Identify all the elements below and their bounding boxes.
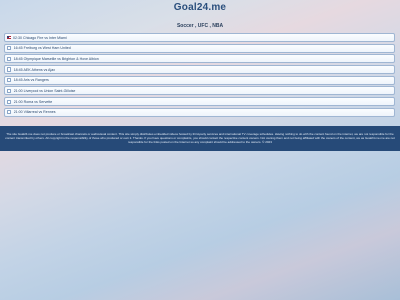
match-label: 18:45 AEK Athens vs Ajax — [13, 67, 56, 72]
us-flag-icon — [7, 36, 11, 39]
match-row[interactable]: 02:30 Chicago Fire vs Inter Miami — [4, 33, 395, 42]
match-label: 18:45 Aris vs Rangers — [13, 78, 49, 83]
match-row[interactable]: 18:45 Aris vs Rangers — [4, 75, 395, 85]
match-label: 21:00 Villarreal vs Rennes — [13, 110, 56, 115]
match-row[interactable]: 21:00 Villarreal vs Rennes — [4, 107, 395, 117]
sport-icon — [7, 78, 12, 83]
sport-icon — [7, 99, 12, 104]
sport-icon — [7, 110, 12, 115]
match-row[interactable]: 21:00 Roma vs Servette — [4, 97, 395, 107]
match-row[interactable]: 18:45 AEK Athens vs Ajax — [4, 65, 395, 75]
match-label: 18:45 Olympique Marseille vs Brighton & … — [13, 56, 99, 61]
match-label: 21:00 Liverpool vs Union Saint-Gilloise — [13, 88, 76, 93]
sport-icon — [7, 88, 12, 94]
page-subtitle: Soccer , UFC , NBA — [176, 23, 224, 29]
sport-icon — [7, 67, 12, 72]
match-label: 02:30 Chicago Fire vs Inter Miami — [13, 35, 67, 40]
match-row[interactable]: 21:00 Liverpool vs Union Saint-Gilloise — [4, 86, 395, 96]
match-row[interactable]: 16:45 Freiburg vs West Ham United — [4, 43, 395, 53]
footer-disclaimer: The site Goal24.me does not produce or b… — [0, 126, 400, 151]
disclaimer-text: The site Goal24.me does not produce or b… — [5, 132, 395, 144]
sport-icon — [7, 46, 12, 51]
match-label: 21:00 Roma vs Servette — [13, 99, 53, 104]
match-list: 02:30 Chicago Fire vs Inter Miami 16:45 … — [4, 33, 395, 119]
match-row[interactable]: 18:45 Olympique Marseille vs Brighton & … — [4, 54, 395, 64]
sport-icon — [7, 56, 12, 61]
site-title[interactable]: Goal24.me — [0, 2, 400, 13]
match-label: 16:45 Freiburg vs West Ham United — [13, 46, 71, 51]
